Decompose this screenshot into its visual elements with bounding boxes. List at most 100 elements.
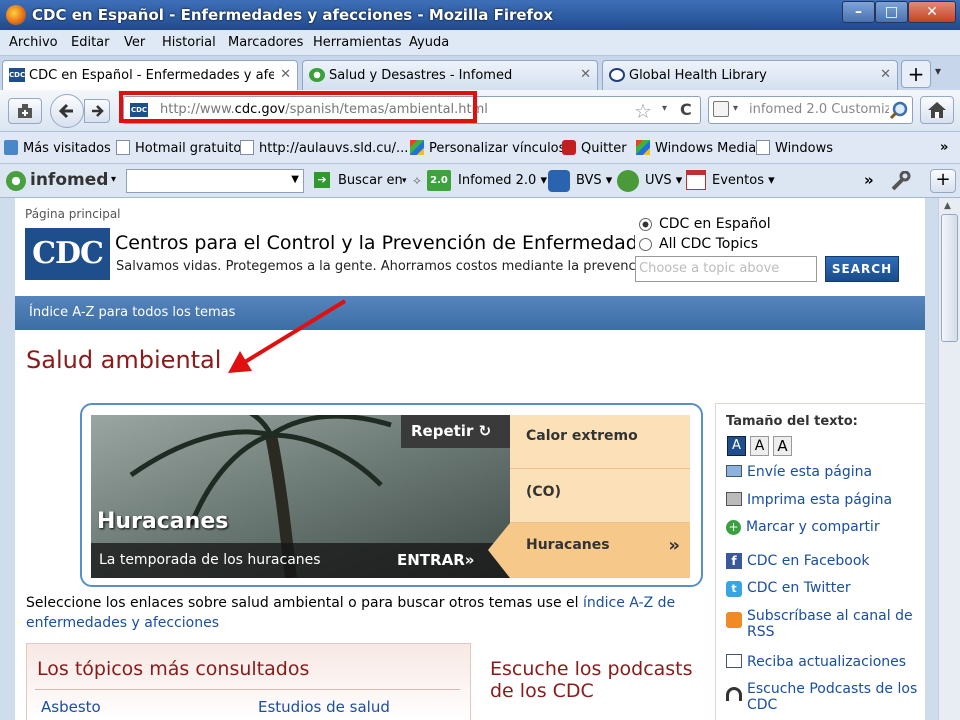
text-size-small[interactable]: A bbox=[727, 436, 746, 456]
envelope-icon bbox=[726, 465, 742, 477]
cdc-logo[interactable]: CDC bbox=[25, 228, 110, 280]
bookmark-hotmail[interactable]: Hotmail gratuito bbox=[116, 140, 241, 156]
facebook-icon: f bbox=[726, 553, 742, 569]
bookmark-windows-media[interactable]: Windows Media bbox=[636, 140, 756, 156]
tab-list-button[interactable]: ▾ bbox=[935, 64, 941, 78]
search-engine-icon[interactable] bbox=[713, 101, 729, 117]
close-tab-icon[interactable]: ✕ bbox=[280, 67, 291, 82]
close-window-button[interactable]: ✕ bbox=[908, 1, 956, 23]
breadcrumb[interactable]: Página principal bbox=[25, 207, 121, 221]
url-highlight-box bbox=[119, 91, 477, 123]
search-button[interactable]: SEARCH bbox=[825, 256, 899, 282]
infomed-20-badge[interactable]: 2.0 bbox=[427, 170, 451, 191]
menu-marcadores[interactable]: Marcadores bbox=[228, 35, 303, 50]
scrollbar-thumb[interactable] bbox=[941, 214, 958, 342]
home-panel-button[interactable] bbox=[8, 98, 42, 124]
go-arrow-icon[interactable]: ➔ bbox=[314, 172, 330, 188]
close-tab-icon[interactable]: ✕ bbox=[880, 67, 891, 82]
tab-infomed[interactable]: Salud y Desastres - Infomed ✕ bbox=[302, 60, 598, 90]
bookmark-personalizar[interactable]: Personalizar vínculos bbox=[410, 140, 565, 156]
windows-logo-icon bbox=[410, 140, 424, 155]
new-tab-button[interactable]: + bbox=[901, 60, 931, 88]
reload-icon[interactable]: C bbox=[680, 100, 692, 119]
toolbar-overflow-icon[interactable]: » bbox=[864, 171, 874, 189]
topic-item-co[interactable]: (CO) bbox=[510, 469, 690, 523]
radio-all-topics[interactable] bbox=[639, 238, 652, 251]
bvs-menu[interactable]: BVS ▾ bbox=[576, 173, 612, 188]
bookmark-mas-visitados[interactable]: Más visitados bbox=[4, 140, 111, 156]
tab-global-health[interactable]: Global Health Library ✕ bbox=[602, 60, 898, 90]
bookmark-windows[interactable]: Windows bbox=[756, 140, 833, 156]
sidebar-link-facebook[interactable]: f CDC en Facebook bbox=[726, 553, 870, 569]
scroll-up-icon[interactable]: ▲ bbox=[944, 201, 951, 211]
firefox-icon bbox=[6, 5, 26, 25]
bookmark-quitter[interactable]: Quitter bbox=[562, 140, 627, 156]
infomed-menu-icon[interactable]: ▾ bbox=[111, 174, 116, 185]
web-search-box[interactable]: ▾ infomed 2.0 Customized bbox=[708, 96, 913, 124]
text-size-label: Tamaño del texto: bbox=[726, 414, 858, 429]
update-icon bbox=[726, 654, 742, 668]
popular-link-estudios[interactable]: Estudios de salud bbox=[258, 698, 390, 716]
close-tab-icon[interactable]: ✕ bbox=[580, 67, 591, 82]
chevron-down-icon[interactable]: ▼ bbox=[291, 174, 299, 185]
sidebar-link-podcasts[interactable]: Escuche Podcasts de los CDC bbox=[726, 681, 921, 713]
eventos-menu[interactable]: Eventos ▾ bbox=[712, 173, 775, 188]
radio-label: CDC en Español bbox=[659, 216, 771, 232]
back-button[interactable] bbox=[50, 94, 84, 128]
image-caption: La temporada de los huracanes bbox=[99, 552, 321, 568]
infomed-search-input[interactable]: ▼ bbox=[126, 169, 304, 193]
forward-button[interactable] bbox=[84, 99, 110, 123]
menu-historial[interactable]: Historial bbox=[162, 35, 216, 50]
menu-herramientas[interactable]: Herramientas bbox=[313, 35, 402, 50]
home-button[interactable] bbox=[920, 96, 954, 124]
minimize-button[interactable]: – bbox=[842, 1, 875, 23]
menu-archivo[interactable]: Archivo bbox=[9, 35, 58, 50]
text-size-medium[interactable]: A bbox=[750, 436, 769, 456]
hurricane-image[interactable]: Repetir ↻ Huracanes La temporada de los … bbox=[91, 415, 511, 578]
menu-editar[interactable]: Editar bbox=[71, 35, 110, 50]
enter-button[interactable]: ENTRAR» bbox=[397, 551, 474, 569]
buscar-en-button[interactable]: Buscar en bbox=[338, 173, 403, 188]
window-title: CDC en Español - Enfermedades y afeccion… bbox=[32, 6, 554, 24]
menu-ver[interactable]: Ver bbox=[124, 35, 145, 50]
topic-search-input[interactable]: Choose a topic above bbox=[635, 256, 817, 282]
search-placeholder[interactable]: infomed 2.0 Customized bbox=[749, 102, 889, 117]
bookmarks-overflow-icon[interactable]: » bbox=[940, 140, 948, 155]
home-icon bbox=[928, 102, 946, 118]
infomed-brand[interactable]: infomed bbox=[30, 170, 108, 190]
popular-link-asbesto[interactable]: Asbesto bbox=[41, 698, 101, 716]
sidebar-link-print[interactable]: Imprima esta página bbox=[726, 492, 892, 508]
topic-item-huracanes[interactable]: Huracanes» bbox=[510, 523, 690, 578]
sidebar-link-twitter[interactable]: t CDC en Twitter bbox=[726, 580, 851, 597]
infomed-logo-icon bbox=[6, 171, 26, 191]
replay-button[interactable]: Repetir ↻ bbox=[401, 415, 511, 448]
menu-ayuda[interactable]: Ayuda bbox=[409, 35, 449, 50]
sidebar-link-updates[interactable]: Reciba actualizaciones bbox=[726, 654, 906, 670]
text-size-large[interactable]: A bbox=[773, 436, 792, 456]
uvs-menu[interactable]: UVS ▾ bbox=[645, 173, 682, 188]
window-title-bar: CDC en Español - Enfermedades y afeccion… bbox=[0, 0, 960, 30]
tab-cdc[interactable]: CDC CDC en Español - Enfermedades y afec… bbox=[2, 60, 298, 91]
sidebar-link-share[interactable]: + Marcar y compartir bbox=[726, 519, 880, 535]
chevron-down-icon[interactable]: ▾ bbox=[402, 176, 407, 186]
tab-bar: CDC CDC en Español - Enfermedades y afec… bbox=[0, 56, 960, 91]
magnifier-icon[interactable] bbox=[889, 101, 909, 121]
infomed-20-menu[interactable]: Infomed 2.0 ▾ bbox=[458, 173, 547, 188]
add-button[interactable]: + bbox=[930, 169, 956, 193]
sidebar-link-rss[interactable]: Subscríbase al canal de RSS bbox=[726, 608, 921, 640]
bookmark-star-icon[interactable]: ☆ bbox=[634, 99, 652, 123]
radio-cdc-espanol[interactable] bbox=[639, 218, 652, 231]
engine-dropdown-icon[interactable]: ▾ bbox=[733, 103, 738, 114]
windows-logo-icon bbox=[636, 140, 650, 155]
history-dropdown-icon[interactable]: ▾ bbox=[662, 103, 667, 114]
cdc-favicon: CDC bbox=[9, 68, 25, 82]
topic-item-calor[interactable]: Calor extremo bbox=[510, 415, 690, 469]
wrench-icon[interactable] bbox=[889, 171, 911, 191]
maximize-button[interactable]: □ bbox=[875, 1, 908, 23]
sidebar-link-email[interactable]: Envíe esta página bbox=[726, 464, 872, 480]
az-index-bar[interactable]: Índice A-Z para todos los temas bbox=[15, 296, 925, 330]
caption-bar: La temporada de los huracanes ENTRAR» bbox=[91, 543, 511, 578]
forward-arrow-icon bbox=[92, 105, 104, 117]
page-icon bbox=[116, 140, 130, 155]
bookmark-aulauvs[interactable]: http://aulauvs.sld.cu/... bbox=[240, 140, 408, 156]
